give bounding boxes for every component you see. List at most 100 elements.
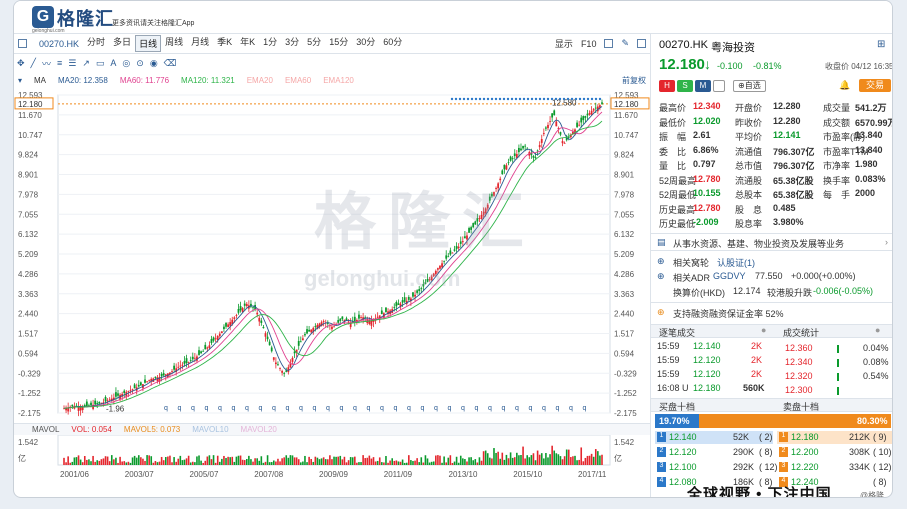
dividend-marker[interactable]: q [421,405,425,412]
event-dot [586,97,590,101]
delete-tool-icon[interactable]: ⌫ [164,58,177,69]
x-tick-label: 2001/06 [60,470,89,479]
business-text: 从事水资源、基建、物业投资及发展等业务 [673,239,845,249]
candle-body [341,316,344,320]
dividend-marker[interactable]: q [461,405,465,412]
period-tab[interactable]: 15分 [325,35,352,52]
volume-bar [347,460,350,465]
period-tab[interactable]: 分时 [83,35,109,52]
dist-settings-icon[interactable]: ● [875,325,880,335]
f10-button[interactable]: F10 [577,39,601,49]
text-tool-icon[interactable]: A [110,58,116,68]
dividend-marker[interactable]: q [407,405,411,412]
dividend-marker[interactable]: q [218,405,222,412]
dividend-marker[interactable]: q [434,405,438,412]
volume-bar [497,451,499,465]
period-tab[interactable]: 年K [236,35,259,52]
dividend-marker[interactable]: q [380,405,384,412]
bell-icon[interactable]: 🔔 [839,80,850,91]
cbbc-link[interactable]: 认股证(1) [717,256,755,269]
window-icon[interactable] [637,39,646,48]
restore-adjust-button[interactable]: 前复权 [622,75,646,86]
dividend-marker[interactable]: q [299,405,303,412]
dividend-marker[interactable]: q [191,405,195,412]
dividend-marker[interactable]: q [245,405,249,412]
dividend-marker[interactable]: q [259,405,263,412]
ticks-settings-icon[interactable]: ● [761,325,766,335]
period-tab[interactable]: 1分 [259,35,281,52]
watchlist-label: 自选 [744,81,761,90]
trade-button[interactable]: 交易 [859,79,891,92]
draw-icon[interactable]: ✎ [617,38,633,49]
dividend-marker[interactable]: q [475,405,479,412]
rect-tool-icon[interactable]: ▭ [96,58,105,69]
dividend-marker[interactable]: q [556,405,560,412]
period-tab[interactable]: 季K [213,35,236,52]
candle-body [272,357,275,360]
period-tab[interactable]: 5分 [303,35,325,52]
dividend-marker[interactable]: q [340,405,344,412]
dividend-marker[interactable]: q [232,405,236,412]
dividend-marker[interactable]: q [272,405,276,412]
stock-code-label[interactable]: 00270.HK [35,39,83,49]
y-tick-right: 7.978 [614,190,635,199]
eye-tool-icon[interactable]: ◉ [150,58,158,69]
dividend-marker[interactable]: q [542,405,546,412]
dividend-marker[interactable]: q [448,405,452,412]
period-tab[interactable]: 月线 [187,35,213,52]
dividend-marker[interactable]: q [529,405,533,412]
dividend-marker[interactable]: q [367,405,371,412]
period-tab[interactable]: 多日 [109,35,135,52]
watchlist-button[interactable]: ⊕自选 [733,80,766,92]
dividend-marker[interactable]: q [583,405,587,412]
candle-body [189,360,192,361]
volume-chart[interactable]: 1.542 亿 1.542 亿 2001/06 2003/07 2005/07 2007/08… [14,435,650,491]
chevron-right-icon[interactable]: › [885,237,888,247]
ma-toggle[interactable]: ▾ [18,76,22,85]
dividend-marker[interactable]: q [178,405,182,412]
period-tab[interactable]: 30分 [352,35,379,52]
dividend-marker[interactable]: q [164,405,168,412]
volume-bar [289,455,292,465]
buy-volume: 290K [733,447,755,457]
fib-tool-icon[interactable]: ☰ [68,58,76,69]
lock-tool-icon[interactable]: ⊙ [136,58,144,69]
dividend-marker[interactable]: q [353,405,357,412]
expand-icon[interactable]: ⊞ [877,39,885,50]
line-tool-icon[interactable]: ╱ [31,58,36,69]
sell-volume: 308K [849,447,871,457]
dividend-marker[interactable]: q [488,405,492,412]
stat-value: 13.840 [855,130,883,140]
volume-bar [183,459,186,465]
channel-tool-icon[interactable]: ≡ [57,58,62,68]
arrow-tool-icon[interactable]: ↗ [82,58,90,69]
dividend-marker[interactable]: q [569,405,573,412]
event-dot [474,97,478,101]
adr-code[interactable]: GGDVY [713,271,746,281]
dividend-marker[interactable]: q [313,405,317,412]
magnet-tool-icon[interactable]: ◎ [122,58,130,69]
dividend-marker[interactable]: q [394,405,398,412]
dividend-marker[interactable]: q [515,405,519,412]
dividend-marker[interactable]: q [326,405,330,412]
share-icon[interactable] [713,80,725,92]
x-tick-label: 2007/08 [254,470,283,479]
move-icon[interactable]: ✥ [17,58,25,69]
volume-bar [555,453,558,465]
wave-tool-icon[interactable]: 〰 [42,57,51,70]
box-icon[interactable] [604,39,614,48]
dist-pct: 0.54% [863,371,889,381]
hk-prem-value: -0.006(-0.05%) [813,286,874,296]
period-tab[interactable]: 周线 [161,35,187,52]
dividend-marker[interactable]: q [205,405,209,412]
dividend-marker[interactable]: q [286,405,290,412]
period-tab[interactable]: 日线 [135,35,162,52]
volume-bar [210,459,213,465]
volume-bar [403,462,406,465]
layout-icon[interactable] [18,39,27,48]
period-tab[interactable]: 3分 [281,35,303,52]
period-tab[interactable]: 60分 [379,35,406,52]
display-menu[interactable]: 显示 [551,37,577,50]
stat-label: 股 息 [735,204,763,215]
dividend-marker[interactable]: q [502,405,506,412]
